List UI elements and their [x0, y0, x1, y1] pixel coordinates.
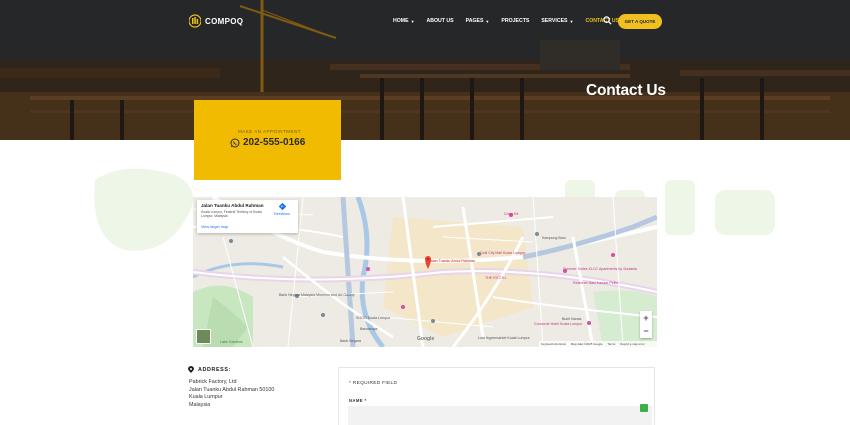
menu-item-label: SERVICES — [541, 18, 568, 24]
map-marker-label: Jalan Tuanku Abdul Rahman — [429, 259, 475, 263]
map-place-label: Bukit Nanas — [562, 317, 582, 321]
menu-item-label: PROJECTS — [501, 18, 530, 24]
report-error-link[interactable]: Report a map error — [620, 342, 644, 346]
google-logo: Google — [417, 336, 435, 342]
menu-item-label: ABOUT US — [426, 18, 454, 24]
main-menu: HOME ▼ ABOUT US PAGES ▼ PROJECTS SERVICE… — [393, 18, 619, 24]
map-place-label: Chow Kit — [504, 212, 519, 216]
logo-text: COMPOQ — [205, 16, 244, 26]
map-place-label: Lulu Hypermarket Kuala Lumpur — [478, 336, 530, 340]
satellite-toggle[interactable] — [196, 329, 211, 344]
address-line: Pabrick Factory, Ltd — [189, 379, 237, 385]
map-place-label: THE RITZ KL — [485, 276, 507, 280]
address-line: Jalan Tuanku Abdul Rahman 50100 — [189, 386, 275, 393]
menu-item-projects[interactable]: PROJECTS — [501, 18, 529, 24]
map-place-label: Lake Gardens — [220, 340, 243, 344]
chevron-down-icon: ▼ — [485, 18, 490, 24]
logo-icon — [189, 14, 201, 28]
map-place-label: Kampung Baru — [542, 236, 566, 240]
appointment-label: MAKE AN APPOINTMENT — [238, 129, 302, 134]
zoom-out-button[interactable]: − — [640, 324, 652, 337]
map-place-label: Quill City Mall Kuala Lumpur — [480, 251, 526, 255]
address-line: Kuala Lumpur — [189, 394, 223, 401]
terms-link[interactable]: Terms — [607, 342, 615, 346]
address-block: Pabrick Factory, Ltd Jalan Tuanku Abdul … — [189, 379, 274, 409]
logo[interactable]: COMPOQ — [189, 14, 243, 28]
top-nav: COMPOQ HOME ▼ ABOUT US PAGES ▼ PROJECTS — [0, 0, 850, 44]
menu-item-label: HOME — [393, 18, 409, 24]
page-title: Contact Us — [586, 82, 666, 99]
chevron-down-icon: ▼ — [569, 18, 574, 24]
map-info-card: Jalan Tuanku Abdul Rahman Kuala Lumpur, … — [197, 200, 298, 233]
map-zoom-control: + − — [640, 311, 652, 338]
map-data-text: Map data ©2025 Google — [570, 342, 603, 346]
menu-item-pages[interactable]: PAGES ▼ — [466, 18, 490, 24]
menu-item-home[interactable]: HOME ▼ — [393, 18, 415, 24]
map-place-label: SOGO Kuala Lumpur — [356, 316, 391, 320]
map-place-label: Restoran Nasi Kandar Pelita — [573, 281, 619, 285]
map-card-address: Kuala Lumpur, Federal Territory of Kuala… — [201, 210, 262, 219]
menu-item-label: PAGES — [465, 18, 484, 24]
appointment-phone[interactable]: 202-555-0166 — [230, 137, 305, 148]
map-place-label: Bank Negara Malaysia Museum and Art Gall… — [279, 293, 355, 297]
keyboard-shortcuts-link[interactable]: Keyboard shortcuts — [541, 342, 566, 346]
map-card-title: Jalan Tuanku Abdul Rahman — [201, 203, 264, 208]
hero-banner: COMPOQ HOME ▼ ABOUT US PAGES ▼ PROJECTS — [0, 0, 850, 140]
address-line: Malaysia — [189, 401, 211, 408]
location-pin-icon — [188, 366, 194, 373]
search-icon[interactable] — [603, 16, 612, 25]
map-place-label: Bandaraya — [360, 327, 378, 331]
name-field[interactable] — [348, 406, 652, 425]
map-footer: Keyboard shortcuts Map data ©2025 Google… — [539, 341, 657, 347]
autofill-icon[interactable] — [640, 404, 648, 412]
name-label: NAME * — [349, 398, 367, 403]
page: COMPOQ HOME ▼ ABOUT US PAGES ▼ PROJECTS — [0, 0, 850, 425]
address-title: ADDRESS: — [198, 366, 231, 373]
required-field-note: * REQUIRED FIELD — [349, 381, 398, 386]
appointment-box: MAKE AN APPOINTMENT 202-555-0166 — [194, 100, 341, 180]
phone-number: 202-555-0166 — [243, 137, 306, 148]
get-a-quote-button[interactable]: GET A QUOTE — [618, 14, 662, 29]
zoom-in-button[interactable]: + — [640, 311, 652, 324]
directions-icon — [278, 203, 286, 210]
map-place-label: Bank Negara — [340, 339, 361, 343]
map-place-label: Summer Suites KLCC Apartments by Soulasi… — [563, 267, 637, 271]
directions-button[interactable]: Directions — [270, 203, 294, 216]
contact-form: * REQUIRED FIELD NAME * — [338, 367, 655, 425]
map-place-label: Concorde Hotel Kuala Lumpur — [534, 322, 583, 326]
address-heading: ADDRESS: — [188, 366, 231, 373]
chevron-down-icon: ▼ — [410, 18, 415, 24]
menu-item-services[interactable]: SERVICES ▼ — [541, 18, 573, 24]
whatsapp-icon — [230, 138, 240, 147]
view-larger-map-link[interactable]: View larger map — [201, 225, 228, 229]
menu-item-about[interactable]: ABOUT US — [427, 18, 454, 24]
directions-label: Directions — [274, 212, 290, 216]
